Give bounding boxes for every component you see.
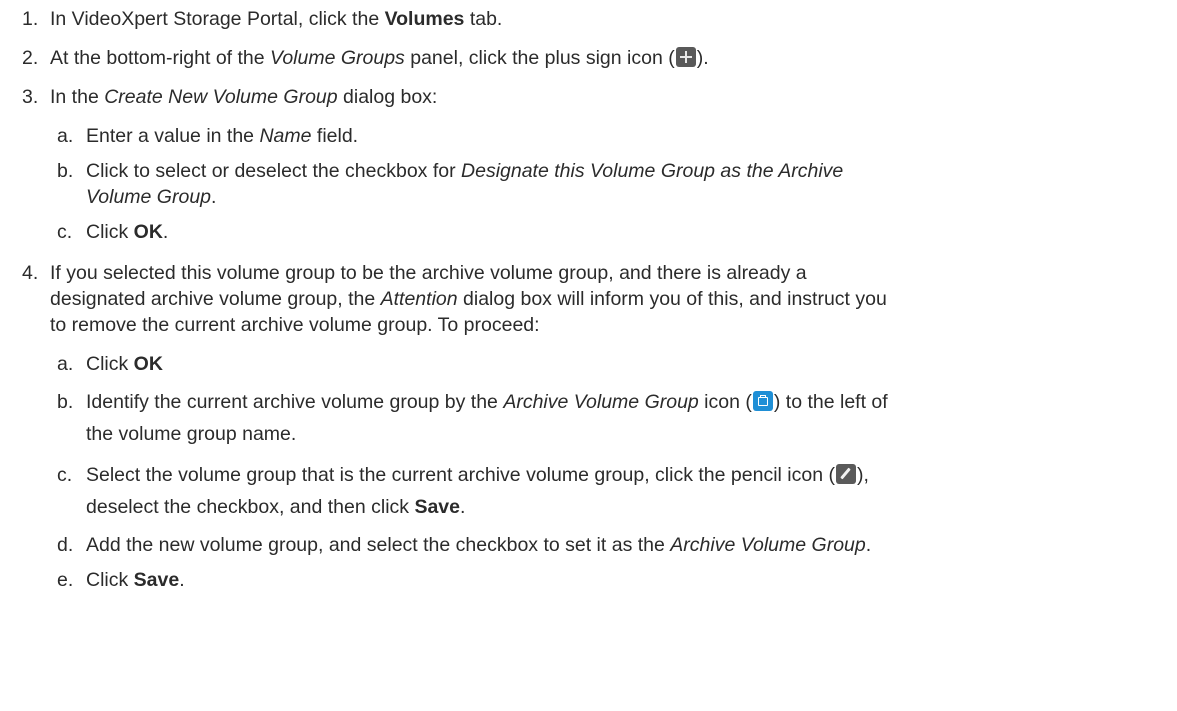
name-field-reference: Name	[259, 125, 312, 147]
step-text: designated archive volume group, the	[50, 288, 381, 310]
archive-checkbox-reference-cont: Volume Group	[86, 186, 212, 208]
step-4e: e. Click Save.	[0, 567, 1177, 593]
step-4d: d. Add the new volume group, and select …	[0, 532, 1177, 558]
substep-text: Add the new volume group, and select the…	[86, 534, 671, 556]
step-text: tab.	[464, 8, 503, 30]
create-new-volume-group-reference: Create New Volume Group	[104, 86, 338, 108]
ok-button-reference: OK	[133, 221, 163, 243]
step-3b: b. Click to select or deselect the check…	[0, 158, 1177, 210]
step-number: 2.	[22, 47, 39, 69]
substep-letter: a.	[57, 353, 74, 375]
save-button-reference: Save	[133, 569, 180, 591]
volumes-tab-reference: Volumes	[384, 8, 465, 30]
substep-letter: d.	[57, 534, 74, 556]
step-text: At the bottom-right of the	[50, 47, 271, 69]
step-text: ).	[696, 47, 709, 69]
step-4: 4. If you selected this volume group to …	[0, 260, 1177, 338]
substep-letter: e.	[57, 569, 74, 591]
substep-text: Enter a value in the	[86, 125, 260, 147]
substep-text: ),	[856, 464, 869, 486]
step-text: panel, click the plus sign icon (	[404, 47, 675, 69]
volume-groups-panel-reference: Volume Groups	[270, 47, 405, 69]
step-4b: b. Identify the current archive volume g…	[0, 386, 1177, 450]
substep-text: ) to the left of	[773, 391, 888, 413]
substep-letter: b.	[57, 160, 74, 182]
step-1: 1. In VideoXpert Storage Portal, click t…	[0, 6, 1177, 32]
step-3: 3. In the Create New Volume Group dialog…	[0, 84, 1177, 110]
substep-text: Identify the current archive volume grou…	[86, 391, 504, 413]
substep-text: .	[211, 186, 217, 208]
step-number: 1.	[22, 8, 39, 30]
step-text: to remove the current archive volume gro…	[50, 314, 540, 336]
step-text: If you selected this volume group to be …	[50, 262, 807, 284]
attention-dialog-reference: Attention	[380, 288, 458, 310]
substep-text: .	[460, 496, 466, 518]
archive-checkbox-reference: Designate this Volume Group as the Archi…	[461, 160, 844, 182]
substep-letter: b.	[57, 391, 74, 413]
step-3c: c. Click OK.	[0, 219, 1177, 245]
substep-text: field.	[311, 125, 359, 147]
substep-text: .	[179, 569, 185, 591]
step-number: 3.	[22, 86, 39, 108]
ok-button-reference: OK	[133, 353, 163, 375]
step-number: 4.	[22, 262, 39, 284]
archive-volume-group-reference: Archive Volume Group	[670, 534, 866, 556]
archive-volume-group-reference: Archive Volume Group	[503, 391, 699, 413]
instructions-document: 1. In VideoXpert Storage Portal, click t…	[0, 0, 1177, 711]
archive-volume-group-icon	[752, 391, 773, 411]
substep-text: icon (	[698, 391, 752, 413]
step-4c: c. Select the volume group that is the c…	[0, 459, 1177, 523]
plus-icon	[675, 47, 696, 67]
pencil-icon	[835, 464, 856, 484]
substep-text: .	[865, 534, 872, 556]
step-text: In VideoXpert Storage Portal, click the	[50, 8, 385, 30]
substep-text: deselect the checkbox, and then click	[86, 496, 415, 518]
step-4a: a. Click OK	[0, 351, 1177, 377]
step-text: In the	[50, 86, 105, 108]
step-text: dialog box will inform you of this, and …	[457, 288, 887, 310]
substep-letter: c.	[57, 464, 73, 486]
save-button-reference: Save	[414, 496, 460, 518]
substep-letter: a.	[57, 125, 74, 147]
substep-text: Click	[86, 569, 134, 591]
substep-letter: c.	[57, 221, 73, 243]
substep-text: Click to select or deselect the checkbox…	[86, 160, 462, 182]
step-3a: a. Enter a value in the Name field.	[0, 123, 1177, 149]
substep-text: .	[162, 221, 169, 243]
step-text: dialog box:	[337, 86, 438, 108]
substep-text: Select the volume group that is the curr…	[86, 464, 835, 486]
substep-text: the volume group name.	[86, 423, 297, 445]
substep-text: Click	[86, 221, 134, 243]
step-2: 2. At the bottom-right of the Volume Gro…	[0, 45, 1177, 71]
substep-text: Click	[86, 353, 134, 375]
